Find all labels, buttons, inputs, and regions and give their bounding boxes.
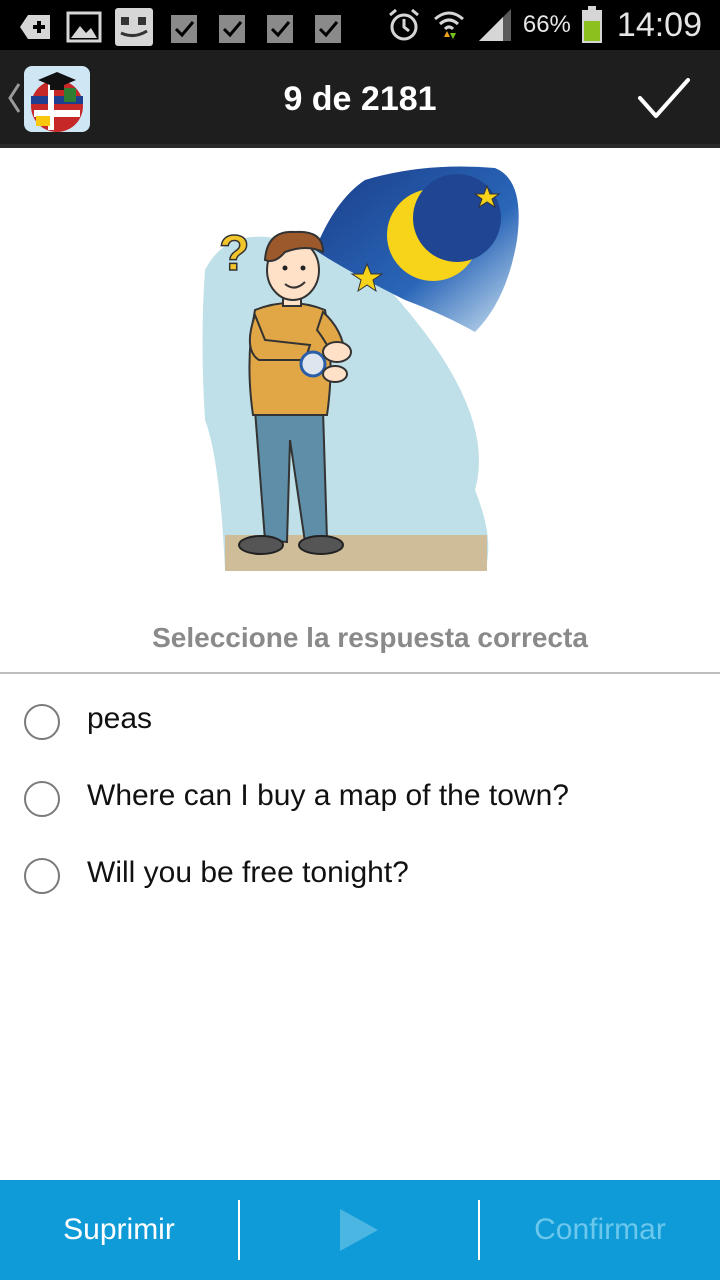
task-icon: [171, 15, 197, 43]
action-bar: 9 de 2181: [0, 50, 720, 148]
svg-text:?: ?: [219, 225, 250, 281]
battery-percentage: 66%: [522, 11, 571, 38]
battery-icon: [581, 6, 602, 43]
confirm-button-label: Confirmar: [534, 1213, 666, 1246]
clock: 14:09: [616, 5, 702, 44]
divider: [0, 672, 720, 674]
add-icon: [20, 15, 50, 39]
globe-graduation-icon[interactable]: [24, 66, 90, 132]
back-chevron-icon[interactable]: [6, 80, 22, 116]
play-icon: [340, 1209, 378, 1251]
wifi-icon: [433, 11, 464, 39]
answer-option-label: Will you be free tonight?: [87, 856, 409, 889]
signal-icon: [478, 9, 511, 41]
answer-option[interactable]: peas: [0, 684, 720, 761]
checkmark-icon[interactable]: [636, 74, 692, 124]
task-icon: [315, 15, 341, 43]
system-indicators: 66% 14:09: [387, 4, 702, 46]
chat-icon: [115, 8, 153, 46]
alarm-icon: [388, 8, 419, 41]
radio-button[interactable]: [24, 781, 60, 817]
question-counter: 9 de 2181: [283, 80, 437, 118]
radio-button[interactable]: [24, 858, 60, 894]
answer-option[interactable]: Will you be free tonight?: [0, 838, 720, 915]
answer-option-label: peas: [87, 702, 153, 735]
answer-options: peas Where can I buy a map of the town? …: [0, 684, 720, 915]
delete-button-label: Suprimir: [63, 1213, 175, 1246]
notification-icons: [18, 7, 346, 47]
task-icon: [267, 15, 293, 43]
status-bar: 66% 14:09: [0, 0, 720, 50]
delete-button[interactable]: Suprimir: [0, 1180, 238, 1280]
radio-button[interactable]: [24, 704, 60, 740]
question-illustration: ?: [202, 166, 519, 571]
play-button[interactable]: [240, 1180, 478, 1280]
confirm-button[interactable]: Confirmar: [480, 1180, 720, 1280]
bottom-action-bar: Suprimir Confirmar: [0, 1180, 720, 1280]
task-icon: [219, 15, 245, 43]
answer-option-label: Where can I buy a map of the town?: [87, 779, 569, 812]
answer-option[interactable]: Where can I buy a map of the town?: [0, 761, 720, 838]
image-icon: [66, 11, 102, 43]
question-prompt: Seleccione la respuesta correcta: [152, 622, 588, 653]
